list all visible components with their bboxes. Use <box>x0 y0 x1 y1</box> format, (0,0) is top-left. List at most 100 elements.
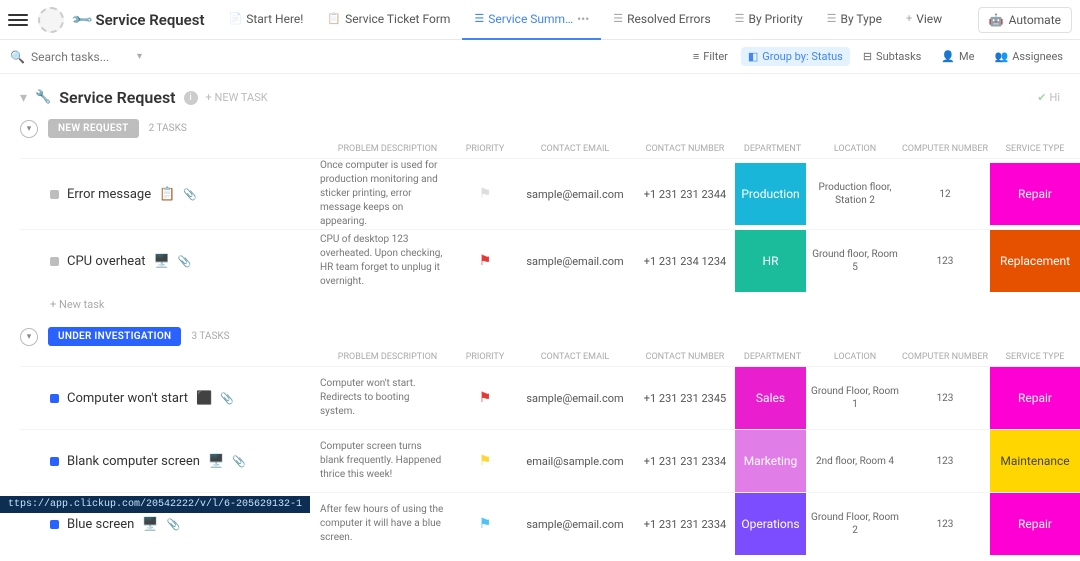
attachment-icon[interactable]: 📎 <box>183 188 197 201</box>
computer-number[interactable]: 12 <box>900 188 990 201</box>
contact-email[interactable]: sample@email.com <box>515 188 635 201</box>
task-name[interactable]: Computer won't start <box>67 391 188 406</box>
location-cell[interactable]: Ground Floor, Room 1 <box>810 385 900 411</box>
department-cell[interactable]: Sales <box>735 367 806 429</box>
me-button[interactable]: 👤Me <box>934 47 981 66</box>
status-url: ttps://app.clickup.com/20542222/v/l/6-20… <box>0 496 310 513</box>
subtasks-button[interactable]: ⊟Subtasks <box>856 47 929 66</box>
column-header[interactable]: CONTACT EMAIL <box>515 352 635 362</box>
status-pill[interactable]: UNDER INVESTIGATION <box>48 327 181 346</box>
assignees-button[interactable]: 👥Assignees <box>987 47 1070 66</box>
column-header[interactable]: DEPARTMENT <box>735 352 810 362</box>
tab-resolved-errors[interactable]: ☰Resolved Errors <box>601 0 722 40</box>
group-collapse-icon[interactable]: ▾ <box>20 328 38 346</box>
column-header[interactable]: CONTACT EMAIL <box>515 144 635 154</box>
collapse-caret-icon[interactable]: ▾ <box>20 90 27 106</box>
task-row[interactable]: CPU overheat 🖥️ 📎 CPU of desktop 123 ove… <box>20 229 1080 292</box>
task-row[interactable]: Error message 📋 📎 Once computer is used … <box>20 158 1080 229</box>
menu-icon[interactable] <box>8 10 28 30</box>
contact-number[interactable]: +1 231 231 2345 <box>635 392 735 405</box>
status-square-icon[interactable] <box>50 257 59 266</box>
location-cell[interactable]: Ground floor, Room 5 <box>810 248 900 274</box>
column-header[interactable]: CONTACT NUMBER <box>635 144 735 154</box>
new-task-inline[interactable]: + New task <box>20 292 1080 317</box>
priority-flag-icon[interactable]: ⚑ <box>479 186 492 202</box>
contact-number[interactable]: +1 231 234 1234 <box>635 255 735 268</box>
contact-email[interactable]: sample@email.com <box>515 255 635 268</box>
column-header[interactable]: CONTACT NUMBER <box>635 352 735 362</box>
column-header[interactable]: COMPUTER NUMBER <box>900 352 990 362</box>
contact-email[interactable]: sample@email.com <box>515 392 635 405</box>
status-square-icon[interactable] <box>50 394 59 403</box>
status-pill[interactable]: NEW REQUEST <box>48 119 139 138</box>
priority-flag-icon[interactable]: ⚑ <box>479 253 492 269</box>
tab-add-view[interactable]: +View <box>894 0 954 40</box>
contact-number[interactable]: +1 231 231 2344 <box>635 188 735 201</box>
column-header[interactable]: PRIORITY <box>455 352 515 362</box>
priority-flag-icon[interactable]: ⚑ <box>479 453 492 469</box>
attachment-icon[interactable]: 📎 <box>232 455 246 468</box>
service-type-cell[interactable]: Repair <box>990 163 1080 225</box>
column-header[interactable]: LOCATION <box>810 352 900 362</box>
column-header[interactable]: COMPUTER NUMBER <box>900 144 990 154</box>
group-collapse-icon[interactable]: ▾ <box>20 120 38 138</box>
computer-number[interactable]: 123 <box>900 392 990 405</box>
ellipsis-icon[interactable]: ••• <box>577 12 589 26</box>
priority-flag-icon[interactable]: ⚑ <box>479 390 492 406</box>
column-header[interactable]: SERVICE TYPE <box>990 352 1080 362</box>
service-type-cell[interactable]: Replacement <box>990 230 1080 292</box>
task-name[interactable]: Error message <box>67 187 151 202</box>
computer-number[interactable]: 123 <box>900 518 990 531</box>
status-square-icon[interactable] <box>50 190 59 199</box>
search-input[interactable] <box>31 50 131 64</box>
service-type-cell[interactable]: Maintenance <box>990 430 1080 492</box>
problem-description: After few hours of using the computer it… <box>320 503 455 545</box>
tab-by-type[interactable]: ☰By Type <box>815 0 894 40</box>
status-square-icon[interactable] <box>50 457 59 466</box>
column-header[interactable]: LOCATION <box>810 144 900 154</box>
location-cell[interactable]: Production floor, Station 2 <box>810 181 900 207</box>
column-header[interactable]: PROBLEM DESCRIPTION <box>320 144 455 154</box>
priority-flag-icon[interactable]: ⚑ <box>479 516 492 532</box>
loading-icon <box>38 7 64 33</box>
computer-number[interactable]: 123 <box>900 455 990 468</box>
task-name[interactable]: CPU overheat <box>67 254 146 269</box>
tab-start-here[interactable]: 📄Start Here! <box>217 0 316 40</box>
department-cell[interactable]: Marketing <box>735 430 806 492</box>
search-input-wrap[interactable]: 🔍 ▾ <box>10 50 170 64</box>
contact-email[interactable]: sample@email.com <box>515 518 635 531</box>
group-by-button[interactable]: ◧Group by: Status <box>741 47 850 66</box>
attachment-icon[interactable]: 📎 <box>167 518 181 531</box>
contact-number[interactable]: +1 231 231 2334 <box>635 518 735 531</box>
attachment-icon[interactable]: 📎 <box>178 255 192 268</box>
contact-number[interactable]: +1 231 231 2334 <box>635 455 735 468</box>
contact-email[interactable]: email@sample.com <box>515 455 635 468</box>
task-name[interactable]: Blue screen <box>67 517 134 532</box>
task-row[interactable]: Blank computer screen 🖥️ 📎 Computer scre… <box>20 429 1080 492</box>
new-task-button[interactable]: + NEW TASK <box>206 91 268 104</box>
task-row[interactable]: Computer won't start ⬛ 📎 Computer won't … <box>20 366 1080 429</box>
column-header[interactable]: DEPARTMENT <box>735 144 810 154</box>
task-name[interactable]: Blank computer screen <box>67 454 200 469</box>
filter-button[interactable]: ≡Filter <box>686 47 735 66</box>
tab-service-summary[interactable]: ☰Service Summ…••• <box>462 0 601 40</box>
department-cell[interactable]: Operations <box>735 493 806 555</box>
tab-ticket-form[interactable]: 📋Service Ticket Form <box>315 0 462 40</box>
tab-by-priority[interactable]: ☰By Priority <box>723 0 815 40</box>
list-icon: ☰ <box>474 12 484 25</box>
location-cell[interactable]: Ground Floor, Room 2 <box>810 511 900 537</box>
department-cell[interactable]: HR <box>735 230 806 292</box>
service-type-cell[interactable]: Repair <box>990 367 1080 429</box>
info-icon[interactable]: i <box>184 91 198 105</box>
attachment-icon[interactable]: 📎 <box>220 392 234 405</box>
column-header[interactable]: PROBLEM DESCRIPTION <box>320 352 455 362</box>
status-square-icon[interactable] <box>50 520 59 529</box>
column-header[interactable]: SERVICE TYPE <box>990 144 1080 154</box>
computer-number[interactable]: 123 <box>900 255 990 268</box>
service-type-cell[interactable]: Repair <box>990 493 1080 555</box>
chevron-down-icon[interactable]: ▾ <box>137 51 142 62</box>
location-cell[interactable]: 2nd floor, Room 4 <box>810 455 900 468</box>
automate-button[interactable]: 🤖Automate <box>978 7 1072 33</box>
column-header[interactable]: PRIORITY <box>455 144 515 154</box>
department-cell[interactable]: Production <box>735 163 806 225</box>
